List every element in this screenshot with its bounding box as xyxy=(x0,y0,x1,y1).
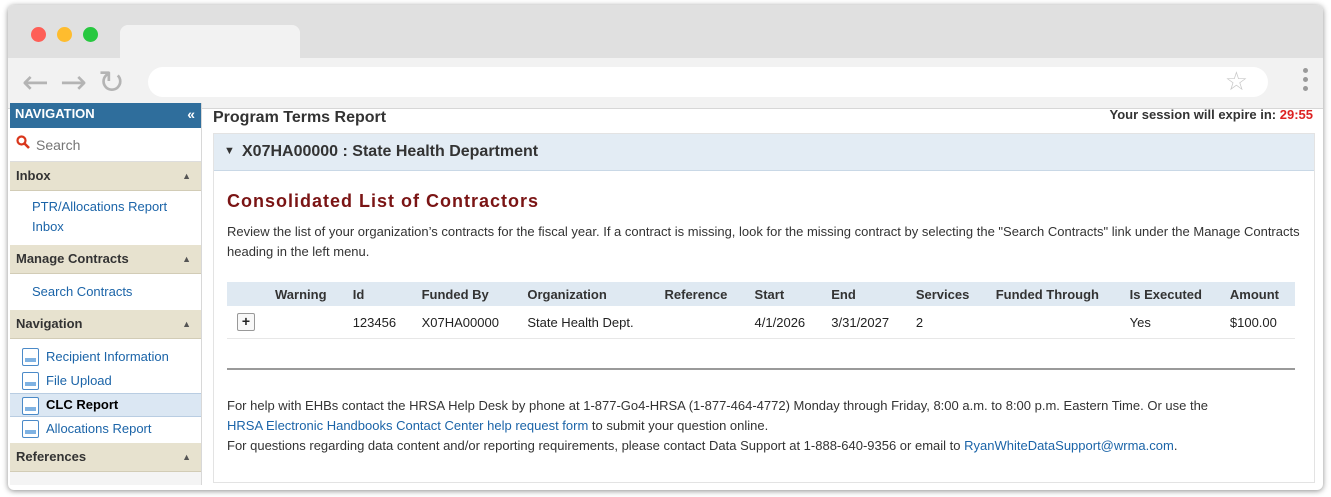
sidebar-item-label: Recipient Information xyxy=(46,349,169,364)
table-row: + 123456 X07HA00000 State Health Dept. 4… xyxy=(227,306,1295,339)
help-text: For help with EHBs contact the HRSA Help… xyxy=(227,398,1209,413)
minimize-window-button[interactable] xyxy=(57,27,72,42)
cell-services: 2 xyxy=(905,306,986,339)
session-label: Your session will expire in: xyxy=(1109,107,1277,122)
menu-kebab-icon[interactable] xyxy=(1303,68,1309,95)
panel-header[interactable]: ▼ X07HA00000 : State Health Department xyxy=(214,134,1314,171)
section-label: Inbox xyxy=(16,168,51,183)
data-support-text-suffix: . xyxy=(1173,438,1178,453)
column-header-is-executed[interactable]: Is Executed xyxy=(1119,282,1220,306)
cell-id: 123456 xyxy=(342,306,412,339)
close-window-button[interactable] xyxy=(31,27,46,42)
column-header-amount[interactable]: Amount xyxy=(1219,282,1295,306)
document-icon xyxy=(22,348,39,366)
grantee-panel: ▼ X07HA00000 : State Health Department C… xyxy=(213,133,1315,483)
sidebar-item-label: CLC Report xyxy=(46,397,119,412)
title-bar xyxy=(8,5,1323,58)
cell-expand: + xyxy=(227,306,265,339)
sidebar-search xyxy=(10,128,201,162)
main-content: Program Terms Report Your session will e… xyxy=(213,103,1323,485)
forward-arrow-icon[interactable]: → xyxy=(60,66,87,98)
document-icon xyxy=(22,372,39,390)
document-icon xyxy=(22,397,39,415)
sidebar-item-label: Allocations Report xyxy=(46,421,152,436)
sidebar-item-file-upload[interactable]: File Upload xyxy=(10,369,201,393)
star-icon[interactable]: ☆ xyxy=(1225,68,1248,96)
panel-title: X07HA00000 : State Health Department xyxy=(242,143,539,160)
sidebar-item-label: File Upload xyxy=(46,373,112,388)
sidebar-section-manage-contracts-body: Search Contracts xyxy=(10,274,201,310)
collapse-caret-icon[interactable]: ▲ xyxy=(182,162,191,190)
sidebar-section-navigation[interactable]: Navigation ▲ xyxy=(10,310,201,339)
sidebar-item-clc-report[interactable]: CLC Report xyxy=(10,393,201,417)
sidebar-item-recipient-information[interactable]: Recipient Information xyxy=(10,345,201,369)
cell-start: 4/1/2026 xyxy=(744,306,822,339)
cell-funded-through xyxy=(985,306,1120,339)
sidebar-link-ptr-allocations-inbox[interactable]: PTR/Allocations Report Inbox xyxy=(10,197,201,237)
column-header-id[interactable]: Id xyxy=(342,282,412,306)
session-time: 29:55 xyxy=(1279,107,1313,122)
document-icon xyxy=(22,420,39,438)
cell-organization: State Health Dept. xyxy=(517,306,655,339)
section-label: References xyxy=(16,449,87,464)
column-header-funded-through[interactable]: Funded Through xyxy=(985,282,1120,306)
column-header-expand xyxy=(227,282,265,306)
browser-toolbar: ← → ↻ ☆ xyxy=(8,58,1323,109)
sidebar-section-inbox[interactable]: Inbox ▲ xyxy=(10,162,201,191)
column-header-reference[interactable]: Reference xyxy=(654,282,745,306)
cell-end: 3/31/2027 xyxy=(821,306,906,339)
collapse-icon[interactable]: « xyxy=(187,103,195,125)
column-header-end[interactable]: End xyxy=(821,282,906,306)
expand-caret-icon[interactable]: ▼ xyxy=(224,145,235,157)
search-input[interactable] xyxy=(34,134,198,156)
collapse-caret-icon[interactable]: ▲ xyxy=(182,310,191,338)
reload-icon[interactable]: ↻ xyxy=(98,66,125,98)
browser-tab[interactable] xyxy=(120,25,300,58)
column-header-services[interactable]: Services xyxy=(905,282,986,306)
expand-row-button[interactable]: + xyxy=(237,313,255,331)
table-header-row: Warning Id Funded By Organization Refere… xyxy=(227,282,1295,306)
back-arrow-icon[interactable]: ← xyxy=(22,66,49,98)
section-label: Navigation xyxy=(16,316,83,331)
data-support-email-link[interactable]: RyanWhiteDataSupport@wrma.com xyxy=(964,438,1174,453)
collapse-caret-icon[interactable]: ▲ xyxy=(182,443,191,471)
cell-reference xyxy=(654,306,745,339)
address-bar[interactable]: ☆ xyxy=(148,67,1268,97)
sidebar-header: NAVIGATION « xyxy=(10,103,201,128)
help-text-suffix: to submit your question online. xyxy=(588,418,769,433)
session-timer: Your session will expire in: 29:55 xyxy=(1109,107,1313,122)
sidebar-title: NAVIGATION xyxy=(15,106,95,121)
column-header-warning[interactable]: Warning xyxy=(265,282,343,306)
sidebar-section-inbox-body: PTR/Allocations Report Inbox xyxy=(10,191,201,245)
divider xyxy=(227,368,1295,370)
help-request-form-link[interactable]: HRSA Electronic Handbooks Contact Center… xyxy=(227,418,588,433)
section-description: Review the list of your organization’s c… xyxy=(227,224,1300,259)
collapse-caret-icon[interactable]: ▲ xyxy=(182,245,191,273)
sidebar-section-navigation-body: Recipient Information File Upload CLC Re… xyxy=(10,339,201,443)
column-header-funded-by[interactable]: Funded By xyxy=(411,282,518,306)
column-header-start[interactable]: Start xyxy=(744,282,822,306)
sidebar: NAVIGATION « Inbox ▲ PTR/Allocations Rep… xyxy=(10,103,202,485)
contracts-table: Warning Id Funded By Organization Refere… xyxy=(227,282,1295,339)
data-support-text: For questions regarding data content and… xyxy=(227,438,965,453)
cell-funded-by: X07HA00000 xyxy=(411,306,518,339)
sidebar-section-references[interactable]: References ▲ xyxy=(10,443,201,472)
cell-warning xyxy=(265,306,343,339)
maximize-window-button[interactable] xyxy=(83,27,98,42)
cell-is-executed: Yes xyxy=(1119,306,1220,339)
column-header-organization[interactable]: Organization xyxy=(517,282,655,306)
section-label: Manage Contracts xyxy=(16,251,129,266)
sidebar-link-search-contracts[interactable]: Search Contracts xyxy=(10,282,201,302)
sidebar-section-manage-contracts[interactable]: Manage Contracts ▲ xyxy=(10,245,201,274)
section-title: Consolidated List of Contractors xyxy=(227,191,540,211)
page-title: Program Terms Report xyxy=(213,109,387,126)
search-icon xyxy=(16,135,30,154)
help-footer: For help with EHBs contact the HRSA Help… xyxy=(227,396,1307,456)
sidebar-item-allocations-report[interactable]: Allocations Report xyxy=(10,417,201,441)
cell-amount: $100.00 xyxy=(1219,306,1295,339)
